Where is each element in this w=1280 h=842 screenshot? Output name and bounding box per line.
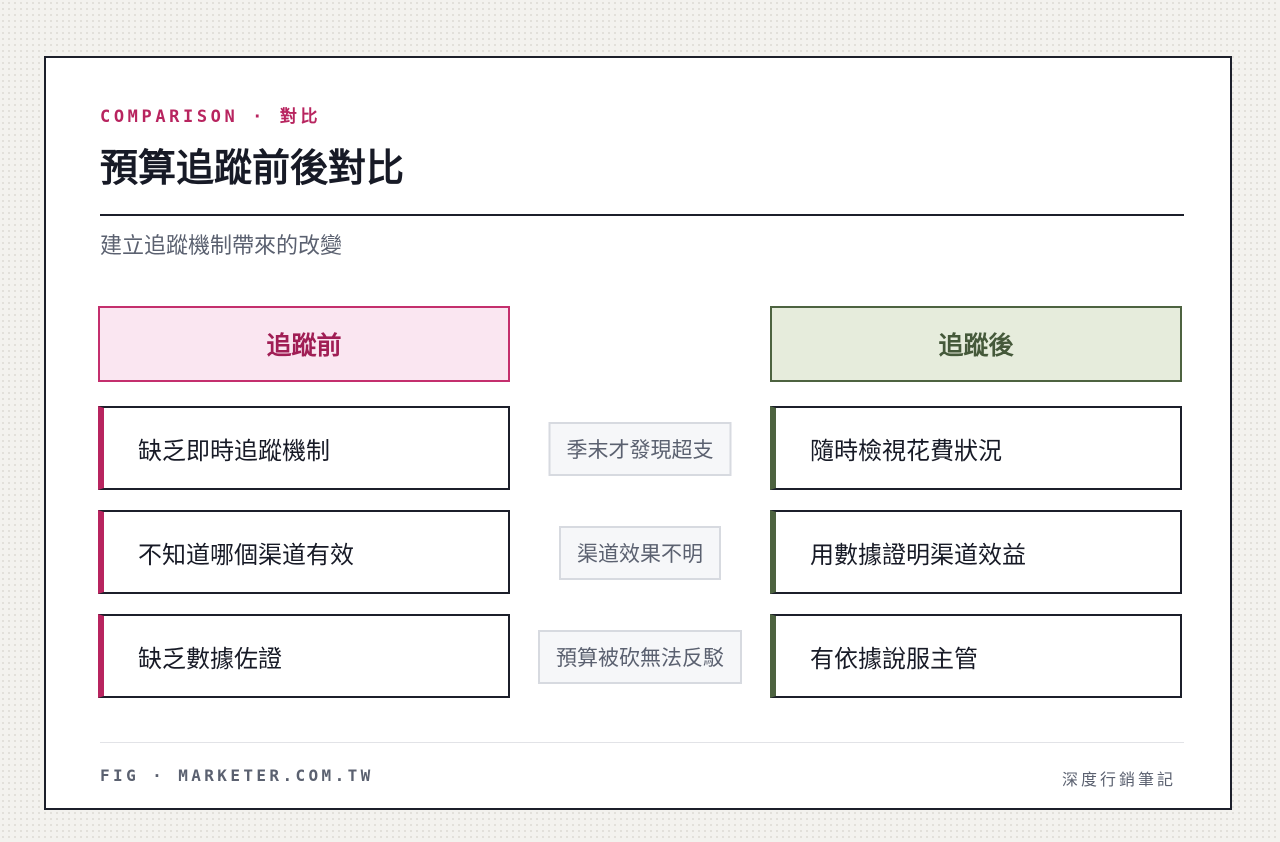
before-item-2: 不知道哪個渠道有效 <box>98 510 510 594</box>
comparison-card: COMPARISON · 對比 預算追蹤前後對比 建立追蹤機制帶來的改變 追蹤前… <box>44 56 1232 810</box>
page-title: 預算追蹤前後對比 <box>100 145 405 190</box>
footer-divider <box>100 742 1184 743</box>
page-subtitle: 建立追蹤機制帶來的改變 <box>100 234 343 259</box>
consequence-tag-2: 渠道效果不明 <box>559 526 721 580</box>
eyebrow-label: COMPARISON · 對比 <box>100 107 322 127</box>
before-item-3: 缺乏數據佐證 <box>98 614 510 698</box>
consequence-tag-3: 預算被砍無法反駁 <box>538 630 742 684</box>
title-divider <box>100 214 1184 216</box>
after-item-3: 有依據說服主管 <box>770 614 1182 698</box>
consequence-tag-1: 季末才發現超支 <box>548 422 732 476</box>
footer-source: FIG · MARKETER.COM.TW <box>100 766 374 785</box>
before-item-1: 缺乏即時追蹤機制 <box>98 406 510 490</box>
after-item-2: 用數據證明渠道效益 <box>770 510 1182 594</box>
before-column-header: 追蹤前 <box>98 306 510 382</box>
after-column-header: 追蹤後 <box>770 306 1182 382</box>
after-item-1: 隨時檢視花費狀況 <box>770 406 1182 490</box>
footer-publisher: 深度行銷筆記 <box>1061 770 1176 789</box>
